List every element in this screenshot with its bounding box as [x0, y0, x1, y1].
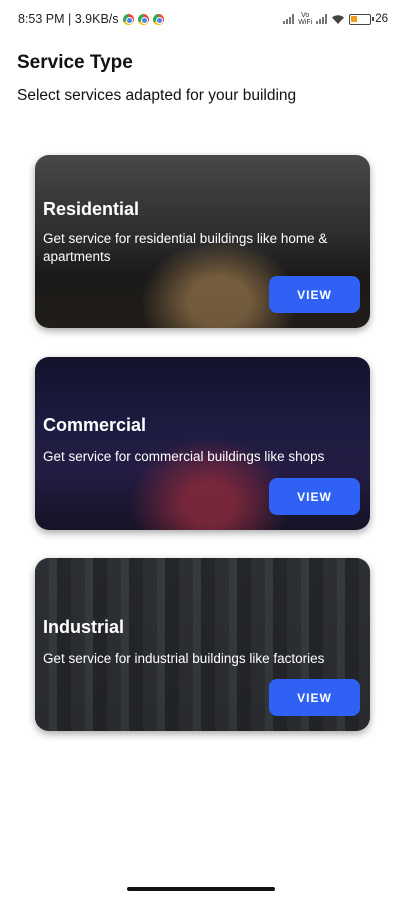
service-card-industrial[interactable]: Industrial Get service for industrial bu…	[35, 558, 370, 731]
page-subtitle: Select services adapted for your buildin…	[17, 87, 297, 104]
view-commercial-button[interactable]: VIEW	[269, 478, 360, 515]
home-indicator[interactable]	[127, 887, 275, 891]
chrome-icon	[137, 13, 149, 25]
service-card-commercial[interactable]: Commercial Get service for commercial bu…	[35, 357, 370, 530]
card-title: Industrial	[43, 617, 125, 637]
card-title: Commercial	[43, 415, 147, 435]
view-industrial-button[interactable]: VIEW	[269, 679, 360, 716]
wifi-icon	[332, 14, 345, 24]
status-time: 8:53 PM | 3.9KB/s	[18, 12, 119, 26]
card-description: Get service for industrial buildings lik…	[43, 651, 325, 666]
status-right: Vo WiFi 26	[283, 12, 388, 26]
page-title: Service Type	[17, 52, 133, 73]
chrome-icon	[152, 13, 164, 25]
signal-icon	[283, 14, 295, 24]
view-residential-button[interactable]: VIEW	[269, 276, 360, 313]
status-bar: 8:53 PM | 3.9KB/s Vo WiFi 26	[0, 0, 404, 38]
status-left: 8:53 PM | 3.9KB/s	[18, 12, 164, 26]
card-description: Get service for commercial buildings lik…	[43, 449, 325, 464]
battery-icon	[349, 13, 375, 25]
signal-icon	[316, 14, 328, 24]
chrome-icon	[122, 13, 134, 25]
card-description: Get service for residential buildings li…	[43, 231, 328, 264]
battery-level: 26	[375, 13, 388, 25]
card-title: Residential	[43, 199, 140, 219]
service-card-residential[interactable]: Residential Get service for residential …	[35, 155, 370, 328]
vowifi-icon: Vo WiFi	[298, 12, 313, 26]
